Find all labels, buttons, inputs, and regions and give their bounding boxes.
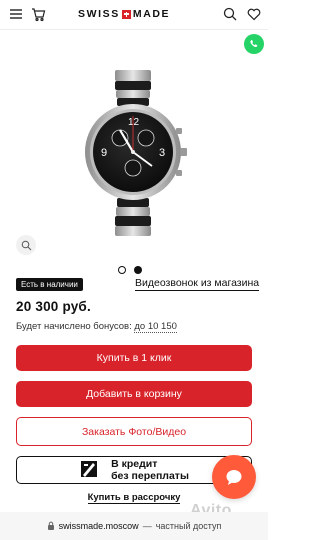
installment-link[interactable]: Купить в рассрочку [87,492,181,504]
add-to-cart-button[interactable]: Добавить в корзину [16,381,252,407]
credit-line-1: В кредит [111,458,158,470]
swiss-cross-icon [121,9,131,19]
bonus-amount[interactable]: до 10 150 [134,321,177,333]
zoom-button[interactable] [16,235,36,255]
phone-icon [250,40,258,47]
credit-calculator-icon [79,459,99,482]
heart-icon[interactable] [246,6,262,22]
magnifier-icon [21,240,31,250]
svg-text:12: 12 [128,117,140,128]
cart-icon[interactable] [30,6,46,22]
buy-one-click-button[interactable]: Купить в 1 клик [16,345,252,371]
browser-address-bar[interactable]: swissmade.moscow — частный доступ [0,512,268,540]
site-logo[interactable]: SWISS MADE [78,8,170,20]
svg-text:3: 3 [159,147,165,159]
chat-bubble-icon [226,470,242,485]
gallery-dot-2[interactable] [134,266,142,274]
bonus-label: Будет начислено бонусов: [16,321,132,332]
chat-button[interactable] [212,455,256,499]
lock-icon [47,521,55,532]
bonus-info: Будет начислено бонусов: до 10 150 [16,321,177,333]
whatsapp-button[interactable] [244,34,264,54]
video-call-link[interactable]: Видеозвонок из магазина [135,277,260,291]
logo-text-right: MADE [132,8,171,20]
product-price: 20 300 руб. [16,299,91,314]
credit-line-2: без переплаты [111,470,189,482]
stock-badge: Есть в наличии [16,278,83,291]
private-access-status: частный доступ [155,521,222,531]
order-photo-video-button[interactable]: Заказать Фото/Видео [16,417,252,446]
gallery-pagination [118,266,142,274]
watch-image: 12 9 3 [85,70,187,236]
url-separator: — [142,521,152,531]
search-icon[interactable] [222,6,238,22]
logo-text-left: SWISS [78,8,120,20]
svg-text:9: 9 [101,147,107,159]
credit-text: В кредит без переплаты [111,458,189,482]
url-domain: swissmade.moscow [58,521,139,531]
site-header: SWISS MADE [0,0,268,30]
menu-icon[interactable] [8,6,24,22]
product-gallery[interactable]: 12 9 3 [0,58,268,263]
gallery-dot-1[interactable] [118,266,126,274]
